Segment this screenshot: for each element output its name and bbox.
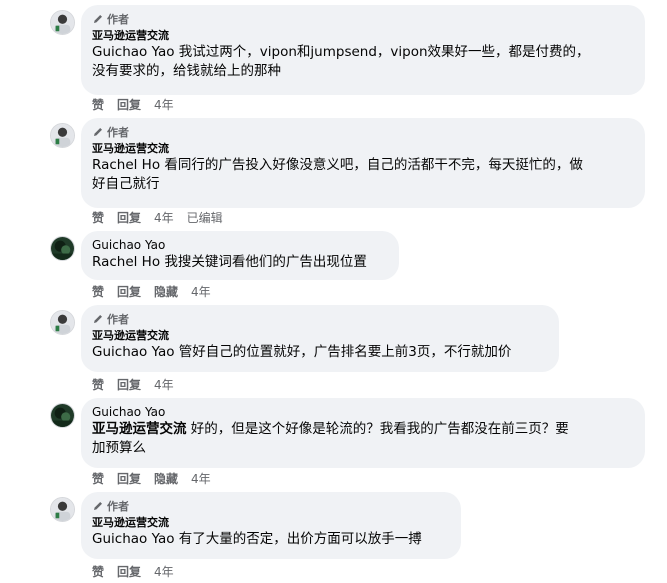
comment-actions: 赞 回复 4年 已编辑 xyxy=(92,209,236,225)
commenter-name[interactable]: 亚马逊运营交流 xyxy=(92,329,547,343)
like-button[interactable]: 赞 xyxy=(92,470,104,487)
user-avatar[interactable] xyxy=(50,403,75,428)
group-avatar[interactable] xyxy=(50,310,75,335)
comment-actions: 赞 回复 隐藏 4年 xyxy=(92,470,224,486)
mention-link[interactable]: Guichao Yao xyxy=(92,531,175,547)
commenter-name[interactable]: 亚马逊运营交流 xyxy=(92,516,449,530)
comment-text: 亚马逊运营交流 好的，但是这个好像是轮流的？我看我的广告都没在前三页？要 加预算… xyxy=(92,421,569,456)
mention-link[interactable]: Guichao Yao xyxy=(92,44,175,60)
commenter-name[interactable]: 亚马逊运营交流 xyxy=(92,142,633,156)
reply-button[interactable]: 回复 xyxy=(117,96,141,113)
mention-link[interactable]: Rachel Ho xyxy=(92,254,160,270)
comment-actions: 赞 回复 4年 xyxy=(92,563,187,579)
reply-button[interactable]: 回复 xyxy=(117,470,141,487)
comment-bubble: Guichao Yao 亚马逊运营交流 好的，但是这个好像是轮流的？我看我的广告… xyxy=(81,398,645,468)
edited-label[interactable]: 已编辑 xyxy=(187,209,223,226)
comment-bubble: Guichao Yao Rachel Ho 我搜关键词看他们的广告出现位置 xyxy=(81,231,399,280)
like-button[interactable]: 赞 xyxy=(92,376,104,393)
author-badge: 作者 xyxy=(92,124,633,139)
author-badge: 作者 xyxy=(92,498,449,513)
commenter-name[interactable]: 亚马逊运营交流 xyxy=(92,29,633,43)
hide-button[interactable]: 隐藏 xyxy=(154,283,178,300)
group-avatar[interactable] xyxy=(50,10,75,35)
reply-button[interactable]: 回复 xyxy=(117,209,141,226)
like-button[interactable]: 赞 xyxy=(92,96,104,113)
timestamp[interactable]: 4年 xyxy=(191,283,211,300)
author-badge: 作者 xyxy=(92,311,547,326)
comment-text: Guichao Yao 管好自己的位置就好，广告排名要上前3页，不行就加价 xyxy=(92,344,512,360)
mention-link[interactable]: 亚马逊运营交流 xyxy=(92,421,187,437)
commenter-name[interactable]: Guichao Yao xyxy=(92,404,633,420)
pencil-icon xyxy=(94,14,102,23)
group-avatar[interactable] xyxy=(50,497,75,522)
pencil-icon xyxy=(94,314,102,323)
user-avatar[interactable] xyxy=(50,236,75,261)
comment-text: Guichao Yao 我试过两个，vipon和jumpsend，vipon效果… xyxy=(92,44,590,79)
comment-bubble: 作者 亚马逊运营交流 Guichao Yao 我试过两个，vipon和jumps… xyxy=(81,5,645,95)
timestamp[interactable]: 4年 xyxy=(154,563,174,580)
timestamp[interactable]: 4年 xyxy=(154,209,174,226)
like-button[interactable]: 赞 xyxy=(92,563,104,580)
comment-actions: 赞 回复 4年 xyxy=(92,376,187,392)
pencil-icon xyxy=(94,127,102,136)
comment-text: Guichao Yao 有了大量的否定，出价方面可以放手一搏 xyxy=(92,531,422,547)
group-avatar[interactable] xyxy=(50,123,75,148)
comment-text: Rachel Ho 我搜关键词看他们的广告出现位置 xyxy=(92,254,367,270)
comment-bubble: 作者 亚马逊运营交流 Rachel Ho 看同行的广告投入好像没意义吧，自己的活… xyxy=(81,118,645,208)
comment-actions: 赞 回复 4年 xyxy=(92,96,187,112)
comment-actions: 赞 回复 隐藏 4年 xyxy=(92,283,224,299)
mention-link[interactable]: Guichao Yao xyxy=(92,344,175,360)
pencil-icon xyxy=(94,501,102,510)
comment-bubble: 作者 亚马逊运营交流 Guichao Yao 管好自己的位置就好，广告排名要上前… xyxy=(81,305,559,372)
comment-text: Rachel Ho 看同行的广告投入好像没意义吧，自己的活都干不完，每天挺忙的，… xyxy=(92,157,583,192)
author-badge: 作者 xyxy=(92,11,633,26)
timestamp[interactable]: 4年 xyxy=(154,96,174,113)
reply-button[interactable]: 回复 xyxy=(117,563,141,580)
commenter-name[interactable]: Guichao Yao xyxy=(92,237,387,253)
timestamp[interactable]: 4年 xyxy=(191,470,211,487)
reply-button[interactable]: 回复 xyxy=(117,283,141,300)
timestamp[interactable]: 4年 xyxy=(154,376,174,393)
reply-button[interactable]: 回复 xyxy=(117,376,141,393)
mention-link[interactable]: Rachel Ho xyxy=(92,157,160,173)
hide-button[interactable]: 隐藏 xyxy=(154,470,178,487)
like-button[interactable]: 赞 xyxy=(92,209,104,226)
like-button[interactable]: 赞 xyxy=(92,283,104,300)
comment-bubble: 作者 亚马逊运营交流 Guichao Yao 有了大量的否定，出价方面可以放手一… xyxy=(81,492,461,559)
